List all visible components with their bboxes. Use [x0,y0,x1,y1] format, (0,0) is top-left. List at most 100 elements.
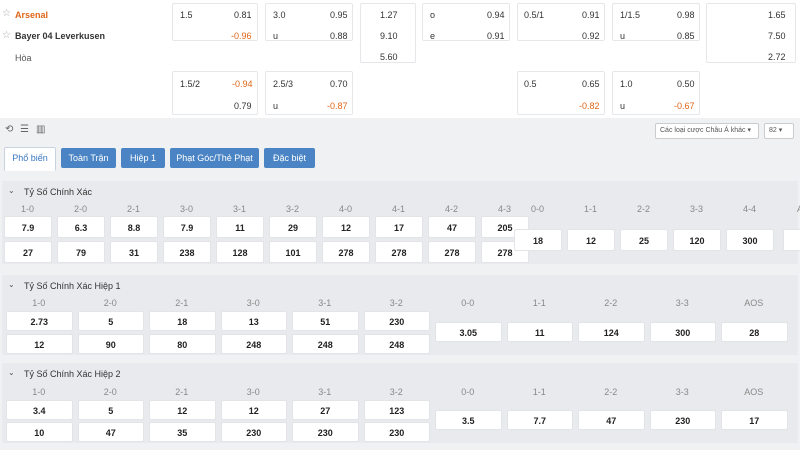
odds-button[interactable]: 29 [269,216,317,238]
odds-button[interactable]: 278 [428,241,476,263]
odds-button[interactable]: 10 [6,422,73,442]
odds-button[interactable]: 12 [220,400,287,420]
odds-button[interactable]: 124 [578,322,645,342]
odds-button[interactable]: 230 [220,422,287,442]
ou-over-odds[interactable]: 0.70 [330,79,348,89]
odds-button[interactable]: 123 [363,400,430,420]
odds-button[interactable]: 7.9 [4,216,52,238]
odds-button[interactable]: 47 [578,410,645,430]
odds-button[interactable]: 7.9 [163,216,211,238]
handicap-away-odds[interactable]: 0.79 [234,101,252,111]
odds-button[interactable]: 90 [77,334,144,354]
odds-button[interactable]: 47 [77,422,144,442]
h1-1x2-home[interactable]: 1.65 [768,10,786,20]
odds-button[interactable]: 35 [149,422,216,442]
h1-1x2-draw[interactable]: 2.72 [768,52,786,62]
handicap-home-odds[interactable]: 0.81 [234,10,252,20]
odds-button[interactable]: 47 [428,216,476,238]
odds-button[interactable]: 278 [375,241,423,263]
refresh-icon[interactable]: ⟲ [5,124,13,135]
odds-button[interactable]: 230 [363,311,430,331]
odds-button[interactable]: 17 [375,216,423,238]
h1-ou-over[interactable]: 0.98 [677,10,695,20]
odds-button[interactable]: 3.05 [435,322,502,342]
odds-button[interactable]: 28 [721,322,788,342]
chevron-down-icon[interactable]: ⌄ [8,280,15,289]
count-select[interactable]: 82 ▾ [764,123,794,139]
odds-button[interactable]: 27 [292,400,359,420]
odds-button[interactable]: 12 [6,334,73,354]
odds-button[interactable]: 5 [77,311,144,331]
h1-handicap-away[interactable]: -0.82 [579,101,600,111]
odds-button[interactable]: 8.8 [110,216,158,238]
h1-ou-over[interactable]: 0.50 [677,79,695,89]
tab-half-1[interactable]: Hiệp 1 [121,148,165,168]
odds-button[interactable]: 12 [149,400,216,420]
list-icon[interactable]: ☰ [20,124,29,135]
tab-full-match[interactable]: Toàn Trận [61,148,116,168]
ou-under-odds[interactable]: -0.87 [327,101,348,111]
odds-button[interactable]: 3.5 [435,410,502,430]
score-label: 3-3 [675,387,689,397]
handicap-away-odds[interactable]: -0.96 [231,31,252,41]
odds-button[interactable]: 238 [163,241,211,263]
odds-button[interactable]: 11 [216,216,264,238]
odds-button[interactable]: 248 [220,334,287,354]
ou-over-odds[interactable]: 0.95 [330,10,348,20]
odds-button[interactable]: 3.4 [6,400,73,420]
tab-corners-cards[interactable]: Phạt Góc/Thẻ Phạt [170,148,259,168]
odds-button[interactable]: 300 [726,229,774,251]
1x2-home-odds[interactable]: 1.27 [380,10,398,20]
score-label: 3-2 [389,298,403,308]
chevron-down-icon[interactable]: ⌄ [8,368,15,377]
chevron-down-icon[interactable]: ⌄ [8,186,15,195]
odds-button[interactable]: 120 [673,229,721,251]
section-title: Tỷ Số Chính Xác Hiệp 2 [24,369,121,379]
odds-button[interactable]: 12 [567,229,615,251]
odds-button[interactable]: 31 [110,241,158,263]
odds-button[interactable]: 230 [363,422,430,442]
odds-button[interactable]: 230 [649,410,716,430]
ou-under-odds[interactable]: 0.88 [330,31,348,41]
handicap-home-odds[interactable]: -0.94 [232,79,253,89]
h1-handicap-away[interactable]: 0.92 [582,31,600,41]
h1-handicap-home[interactable]: 0.65 [582,79,600,89]
h1-1x2-away[interactable]: 7.50 [768,31,786,41]
odds-button[interactable]: 79 [57,241,105,263]
odds-button[interactable]: 12 [322,216,370,238]
odds-button[interactable]: 13 [220,311,287,331]
odds-button[interactable]: 51 [292,311,359,331]
odds-button[interactable]: 25 [620,229,668,251]
odds-button[interactable]: 2.73 [6,311,73,331]
odds-button[interactable]: 300 [649,322,716,342]
odds-button[interactable]: 248 [292,334,359,354]
odds-button[interactable]: 278 [322,241,370,263]
odds-button[interactable]: 80 [149,334,216,354]
tab-special[interactable]: Đặc biệt [264,148,315,168]
h1-handicap-home[interactable]: 0.91 [582,10,600,20]
odds-button[interactable]: 5 [77,400,144,420]
1x2-away-odds[interactable]: 9.10 [380,31,398,41]
1x2-draw-odds[interactable]: 5.60 [380,52,398,62]
even-odds[interactable]: 0.91 [487,31,505,41]
h1-ou-under[interactable]: 0.85 [677,31,695,41]
h1-ou-under[interactable]: -0.67 [674,101,695,111]
chart-icon[interactable]: ▥ [36,124,45,135]
odds-button[interactable]: 18 [514,229,562,251]
odds-button[interactable]: 101 [269,241,317,263]
odds-button[interactable]: 128 [216,241,264,263]
odds-button[interactable]: 8 [783,229,800,251]
odds-button[interactable]: 27 [4,241,52,263]
odds-button[interactable]: 11 [506,322,573,342]
odd-odds[interactable]: 0.94 [487,10,505,20]
odds-button[interactable]: 7.7 [506,410,573,430]
odds-button[interactable]: 17 [721,410,788,430]
odds-button[interactable]: 248 [363,334,430,354]
favorite-star-icon[interactable]: ☆ [2,8,11,19]
favorite-star-icon[interactable]: ☆ [2,30,11,41]
odds-button[interactable]: 6.3 [57,216,105,238]
tab-popular[interactable]: Phổ biến [4,147,56,171]
odds-button[interactable]: 18 [149,311,216,331]
bet-type-select[interactable]: Các loại cược Châu Á khác ▾ [655,123,759,139]
odds-button[interactable]: 230 [292,422,359,442]
